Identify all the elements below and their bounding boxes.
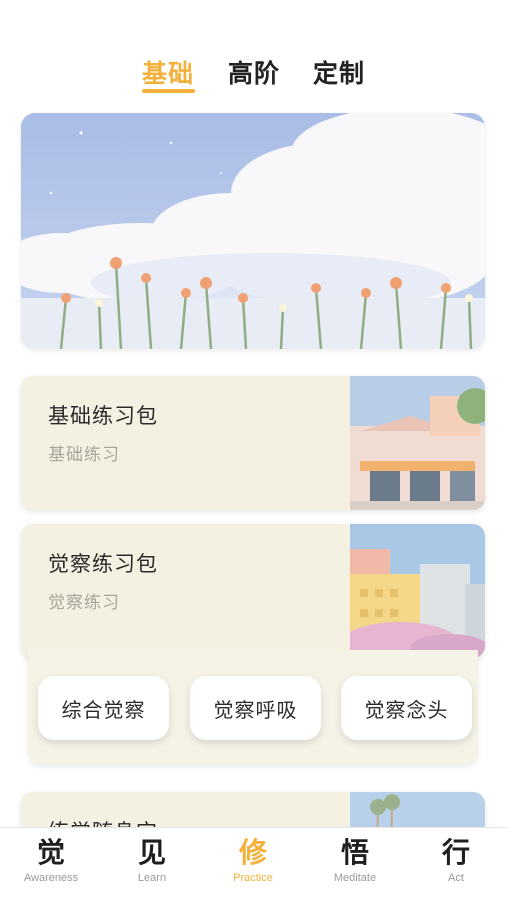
top-tab-bar: 基础 高阶 定制 xyxy=(0,54,507,104)
practice-screen: 基础 高阶 定制 基础练习包 基础练习 觉察练习包 觉察练习 综合觉察 觉察呼吸… xyxy=(0,0,507,900)
card-thumbnail xyxy=(350,524,485,658)
tab-custom[interactable]: 定制 xyxy=(313,54,365,90)
nav-item-practice[interactable]: 修 Practice xyxy=(208,836,298,884)
practice-pack-card[interactable]: 觉察练习包 觉察练习 xyxy=(21,524,485,658)
card-subtitle: 基础练习 xyxy=(48,445,120,465)
learn-icon: 见 xyxy=(137,836,166,869)
awareness-icon: 觉 xyxy=(36,836,65,869)
nav-label: Meditate xyxy=(333,872,377,884)
card-title: 基础练习包 xyxy=(48,404,158,428)
card-subtitle: 觉察练习 xyxy=(48,593,120,613)
sub-practice-list: 综合觉察 觉察呼吸 觉察念头 xyxy=(28,650,478,764)
sub-practice-item-comprehensive[interactable]: 综合觉察 xyxy=(38,676,169,740)
nav-item-meditate[interactable]: 悟 Meditate xyxy=(310,836,400,884)
act-icon: 行 xyxy=(441,836,470,869)
nav-item-learn[interactable]: 见 Learn xyxy=(107,836,197,884)
nav-item-act[interactable]: 行 Act xyxy=(411,836,501,884)
tab-advanced[interactable]: 高阶 xyxy=(228,54,280,90)
nav-label: Awareness xyxy=(23,872,79,884)
hero-illustration xyxy=(21,113,485,349)
meditate-icon: 悟 xyxy=(340,836,369,869)
nav-item-awareness[interactable]: 觉 Awareness xyxy=(6,836,96,884)
card-thumbnail xyxy=(350,376,485,510)
hero-banner[interactable] xyxy=(21,113,485,349)
active-tab-indicator xyxy=(142,89,195,93)
bottom-nav-bar: 觉 Awareness 见 Learn 修 Practice 悟 Meditat… xyxy=(0,827,507,900)
sub-practice-item-thoughts[interactable]: 觉察念头 xyxy=(341,676,472,740)
nav-label: Act xyxy=(448,872,464,884)
sub-practice-item-breathing[interactable]: 觉察呼吸 xyxy=(190,676,321,740)
practice-icon: 修 xyxy=(238,836,267,869)
tab-basic[interactable]: 基础 xyxy=(142,54,194,90)
practice-pack-card[interactable]: 基础练习包 基础练习 xyxy=(21,376,485,510)
nav-label: Practice xyxy=(233,872,273,884)
card-title: 觉察练习包 xyxy=(48,552,158,576)
nav-label: Learn xyxy=(137,872,167,884)
